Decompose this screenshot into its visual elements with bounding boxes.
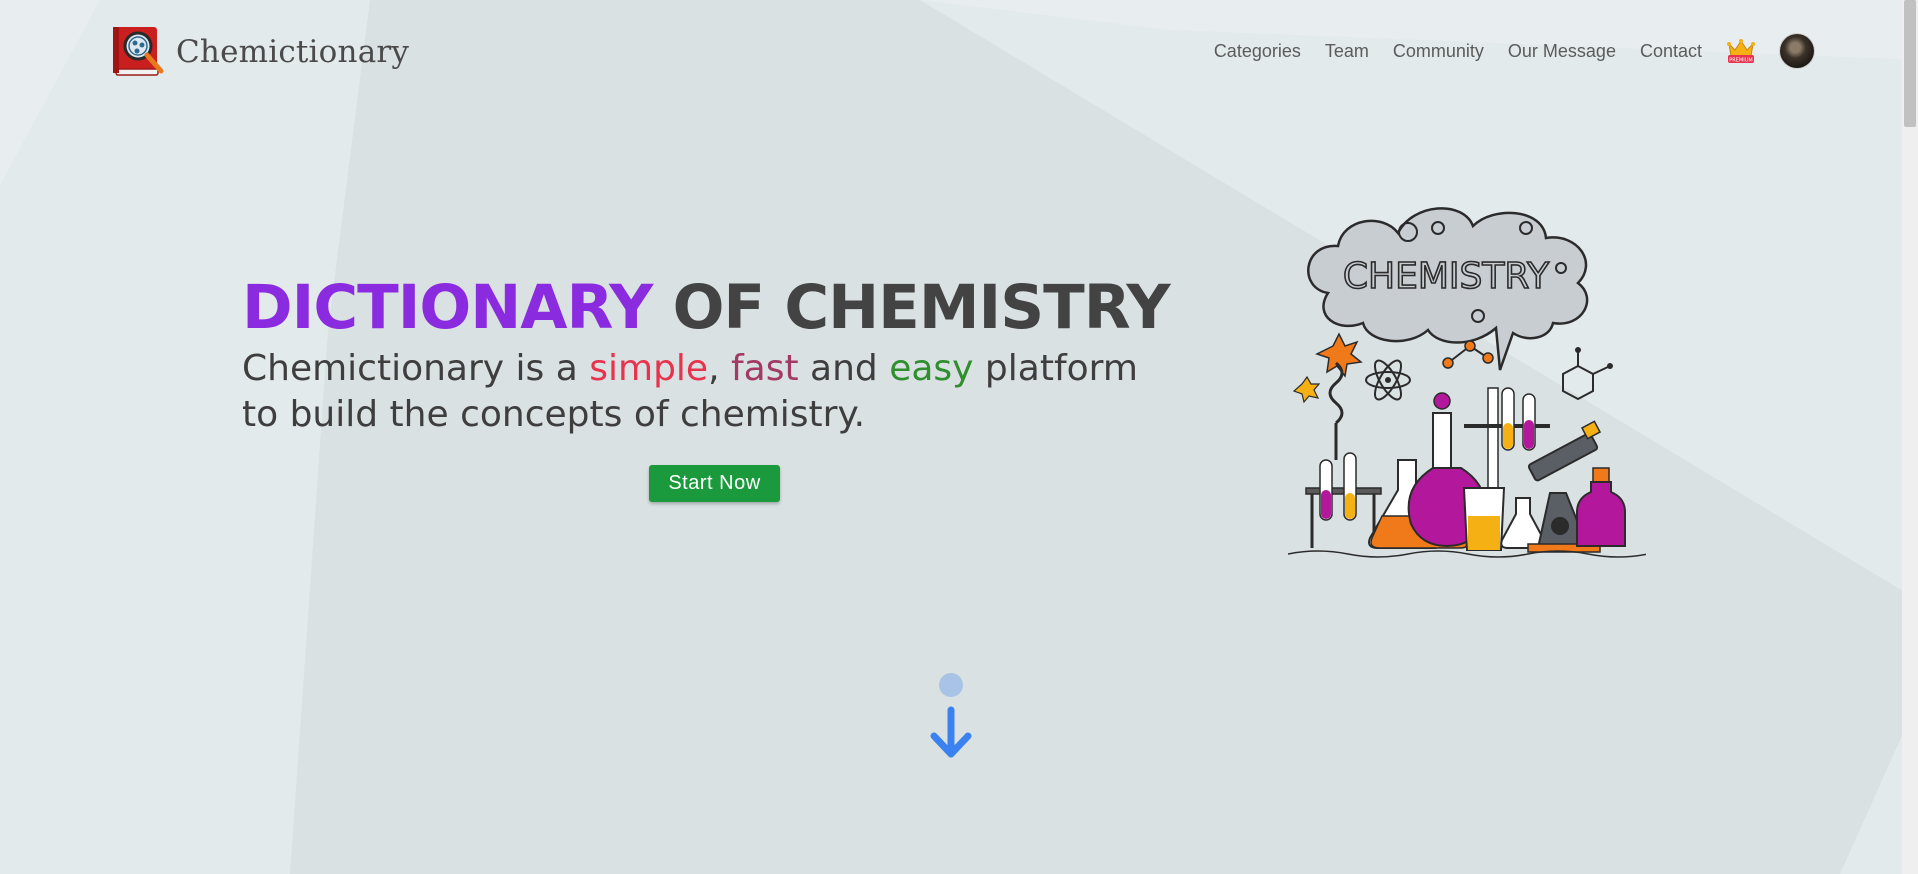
- scrollbar-thumb[interactable]: [1904, 0, 1916, 127]
- start-now-button[interactable]: Start Now: [649, 465, 780, 502]
- nav-link-our-message[interactable]: Our Message: [1508, 41, 1616, 62]
- hero-title: DICTIONARY OF CHEMISTRY: [242, 272, 1171, 343]
- nav-link-contact[interactable]: Contact: [1640, 41, 1702, 62]
- top-navbar: Chemictionary Categories Team Community …: [0, 0, 1918, 108]
- illustration-text: CHEMISTRY: [1343, 256, 1550, 297]
- subtitle-middle: and: [798, 348, 890, 389]
- nav-link-community[interactable]: Community: [1393, 41, 1484, 62]
- subtitle-before: Chemictionary is a: [242, 348, 590, 389]
- page-scrollbar[interactable]: [1902, 0, 1918, 874]
- brand-link[interactable]: Chemictionary: [111, 24, 409, 79]
- crown-icon[interactable]: PREMIUM: [1726, 36, 1756, 66]
- page: Chemictionary Categories Team Community …: [0, 0, 1918, 874]
- subtitle-sep: ,: [708, 348, 731, 389]
- nav-link-categories[interactable]: Categories: [1214, 41, 1301, 62]
- hero-subtitle: Chemictionary is a simple, fast and easy…: [242, 346, 1172, 438]
- premium-badge-text: PREMIUM: [1729, 57, 1752, 63]
- brand-name: Chemictionary: [176, 33, 410, 70]
- chemistry-illustration: CHEMISTRY: [1288, 207, 1646, 558]
- nav-link-team[interactable]: Team: [1325, 41, 1369, 62]
- book-magnifier-icon: [113, 27, 164, 76]
- subtitle-word-fast: fast: [730, 348, 799, 389]
- nav-links: Categories Team Community Our Message Co…: [1214, 30, 1814, 72]
- avatar[interactable]: [1780, 34, 1814, 68]
- subtitle-word-simple: simple: [589, 348, 709, 389]
- subtitle-word-easy: easy: [889, 348, 974, 389]
- hero-title-part1: DICTIONARY: [242, 272, 653, 343]
- hero-title-part2: OF CHEMISTRY: [652, 272, 1171, 343]
- arrow-down-icon[interactable]: [928, 670, 974, 760]
